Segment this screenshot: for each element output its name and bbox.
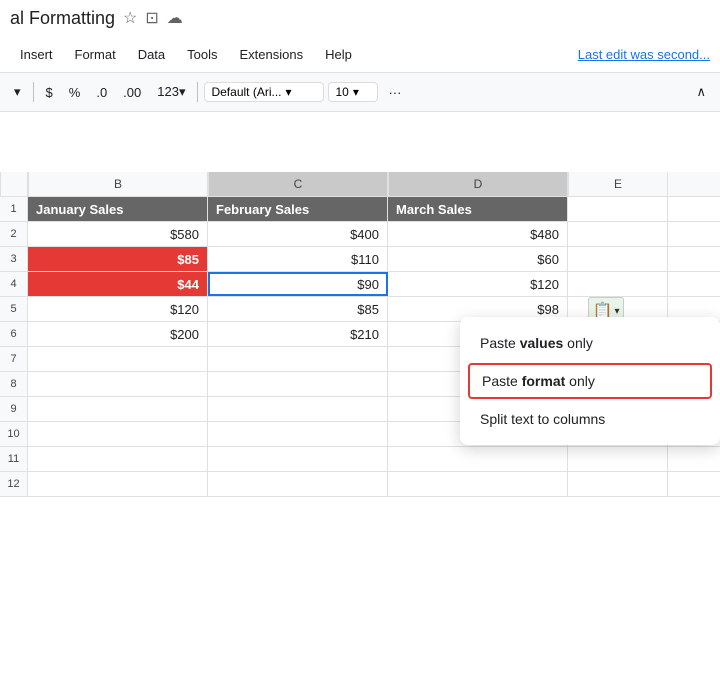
row-number-9: 9	[0, 397, 28, 421]
toolbar: ▾ $ % .0 .00 123▾ Default (Ari... ▾ 10 ▾…	[0, 72, 720, 112]
row-number-10: 10	[0, 422, 28, 446]
cell-b9[interactable]	[28, 397, 208, 421]
cloud-icon[interactable]: ☁	[167, 8, 183, 28]
cell-c6[interactable]: $210	[208, 322, 388, 346]
cell-e4	[568, 272, 668, 296]
cell-c2[interactable]: $400	[208, 222, 388, 246]
table-row: 11	[0, 447, 720, 472]
table-row: 4 $44 $90 $120	[0, 272, 720, 297]
font-size-selector[interactable]: 10 ▾	[328, 82, 378, 102]
decimal-decrease-button[interactable]: .0	[90, 82, 113, 103]
header-cell-b[interactable]: January Sales	[28, 197, 208, 221]
paste-format-only-option[interactable]: Paste format only	[468, 363, 712, 399]
row-number-4: 4	[0, 272, 28, 296]
menu-format[interactable]: Format	[65, 43, 126, 66]
cell-b3[interactable]: $85	[28, 247, 208, 271]
row-number-8: 8	[0, 372, 28, 396]
cell-d3[interactable]: $60	[388, 247, 568, 271]
cell-b5[interactable]: $120	[28, 297, 208, 321]
cell-c10[interactable]	[208, 422, 388, 446]
cell-e12	[568, 472, 668, 496]
table-row: 12	[0, 472, 720, 497]
font-selector[interactable]: Default (Ari... ▾	[204, 82, 324, 102]
cell-c12[interactable]	[208, 472, 388, 496]
cell-b11[interactable]	[28, 447, 208, 471]
cell-e2	[568, 222, 668, 246]
menu-extensions[interactable]: Extensions	[230, 43, 314, 66]
row-number-3: 3	[0, 247, 28, 271]
cell-d11[interactable]	[388, 447, 568, 471]
col-header-e[interactable]: E	[568, 172, 668, 196]
col-header-c[interactable]: C	[208, 172, 388, 196]
last-edit-status: Last edit was second...	[578, 47, 710, 62]
font-size-label: 10	[335, 85, 348, 99]
toolbar-divider-1	[33, 82, 34, 102]
row-number-7: 7	[0, 347, 28, 371]
paste-format-bold: format	[522, 373, 566, 389]
undo-button[interactable]: ▾	[8, 81, 27, 103]
toolbar-divider-2	[197, 82, 198, 102]
row-number-5: 5	[0, 297, 28, 321]
cell-c7[interactable]	[208, 347, 388, 371]
currency-button[interactable]: $	[40, 82, 59, 103]
table-row: 2 $580 $400 $480	[0, 222, 720, 247]
cell-b10[interactable]	[28, 422, 208, 446]
row-number-1: 1	[0, 197, 28, 221]
document-title: al Formatting	[10, 8, 115, 29]
paste-options-popup: Paste values only Paste format only Spli…	[460, 317, 720, 445]
menu-tools[interactable]: Tools	[177, 43, 227, 66]
menu-help[interactable]: Help	[315, 43, 362, 66]
header-cell-c[interactable]: February Sales	[208, 197, 388, 221]
format-number-button[interactable]: 123▾	[151, 81, 191, 103]
table-row: 3 $85 $110 $60	[0, 247, 720, 272]
font-size-dropdown-icon: ▾	[353, 85, 359, 99]
cell-e11	[568, 447, 668, 471]
decimal-increase-button[interactable]: .00	[117, 82, 147, 103]
cell-c3[interactable]: $110	[208, 247, 388, 271]
cell-d4[interactable]: $120	[388, 272, 568, 296]
row-num-header	[0, 172, 28, 196]
more-options-button[interactable]: ···	[382, 82, 407, 103]
collapse-button[interactable]: ∧	[690, 81, 712, 103]
paste-values-only-option[interactable]: Paste values only	[460, 325, 720, 361]
header-cell-d[interactable]: March Sales	[388, 197, 568, 221]
cell-b12[interactable]	[28, 472, 208, 496]
menu-data[interactable]: Data	[128, 43, 175, 66]
cell-c4[interactable]: $90	[208, 272, 388, 296]
table-row: 1 January Sales February Sales March Sal…	[0, 197, 720, 222]
split-text-to-columns-option[interactable]: Split text to columns	[460, 401, 720, 437]
percent-button[interactable]: %	[63, 82, 87, 103]
cell-c9[interactable]	[208, 397, 388, 421]
col-header-d[interactable]: D	[388, 172, 568, 196]
row-number-12: 12	[0, 472, 28, 496]
row-number-6: 6	[0, 322, 28, 346]
cell-b2[interactable]: $580	[28, 222, 208, 246]
cell-b7[interactable]	[28, 347, 208, 371]
folder-icon[interactable]: ⊡	[145, 8, 158, 28]
menu-insert[interactable]: Insert	[10, 43, 63, 66]
paste-values-bold: values	[520, 335, 564, 351]
cell-e3	[568, 247, 668, 271]
title-bar: al Formatting ☆ ⊡ ☁	[0, 0, 720, 36]
cell-d12[interactable]	[388, 472, 568, 496]
cell-c11[interactable]	[208, 447, 388, 471]
col-header-b[interactable]: B	[28, 172, 208, 196]
header-cell-e	[568, 197, 668, 221]
empty-top-space	[0, 112, 720, 172]
row-number-2: 2	[0, 222, 28, 246]
font-dropdown-icon: ▾	[286, 85, 292, 99]
row-number-11: 11	[0, 447, 28, 471]
cell-c8[interactable]	[208, 372, 388, 396]
cell-b8[interactable]	[28, 372, 208, 396]
menu-bar: Insert Format Data Tools Extensions Help…	[0, 36, 720, 72]
font-name-label: Default (Ari...	[211, 85, 281, 99]
paste-dropdown-icon: ▾	[614, 306, 619, 317]
cell-b4[interactable]: $44	[28, 272, 208, 296]
column-headers: B C D E	[0, 172, 720, 197]
star-icon[interactable]: ☆	[123, 8, 137, 28]
spreadsheet-area: B C D E 1 January Sales February Sales M…	[0, 112, 720, 497]
cell-d2[interactable]: $480	[388, 222, 568, 246]
cell-c5[interactable]: $85	[208, 297, 388, 321]
cell-b6[interactable]: $200	[28, 322, 208, 346]
